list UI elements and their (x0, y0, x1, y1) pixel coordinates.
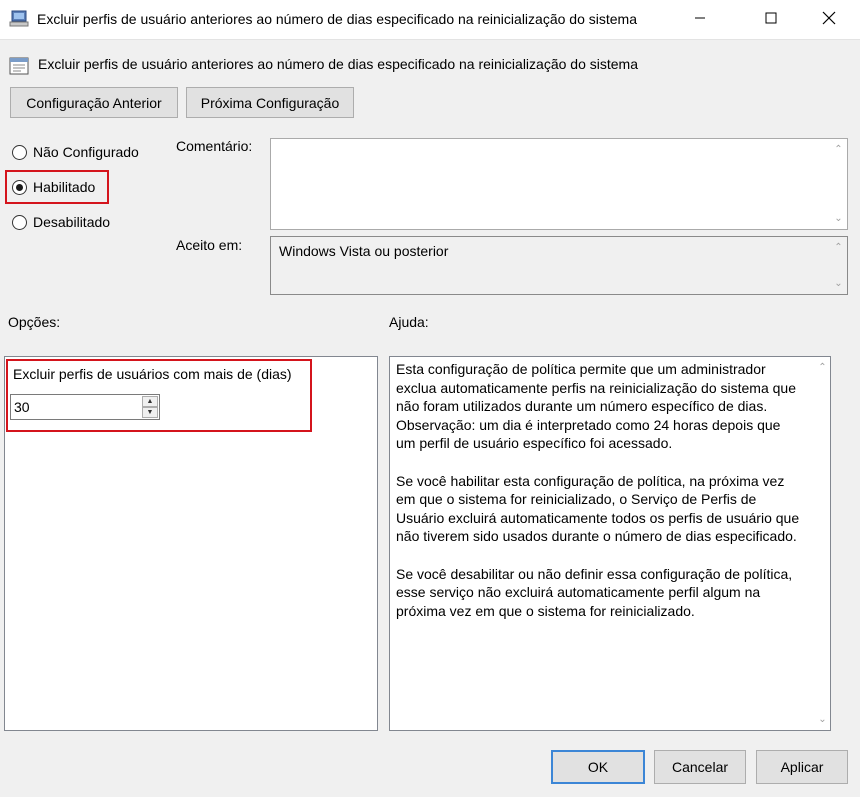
maximize-button[interactable] (748, 0, 794, 38)
next-setting-button[interactable]: Próxima Configuração (186, 87, 354, 118)
close-icon (822, 11, 836, 28)
group-policy-icon (9, 10, 29, 28)
comment-label: Comentário: (176, 138, 253, 154)
comment-scrollbar[interactable]: ⌃ ⌄ (830, 139, 847, 229)
radio-label: Desabilitado (33, 214, 111, 230)
spin-down-icon[interactable]: ▼ (142, 407, 158, 418)
supported-on-value: Windows Vista ou posterior (279, 243, 449, 259)
spin-buttons[interactable]: ▲ ▼ (142, 396, 158, 418)
minimize-button[interactable] (677, 0, 723, 38)
close-button[interactable] (806, 0, 852, 38)
title-bar: Excluir perfis de usuário anteriores ao … (0, 0, 860, 40)
help-panel: Esta configuração de política permite qu… (389, 356, 831, 731)
comment-textarea[interactable]: ⌃ ⌄ (270, 138, 848, 230)
help-label: Ajuda: (389, 314, 429, 330)
help-text: Esta configuração de política permite qu… (396, 361, 800, 619)
radio-button-selected[interactable] (12, 179, 27, 195)
radio-button[interactable] (12, 214, 27, 230)
window-title: Excluir perfis de usuário anteriores ao … (37, 11, 637, 27)
maximize-icon (765, 11, 777, 27)
days-spinbox[interactable]: 30 ▲ ▼ (10, 394, 160, 420)
supported-on-box: Windows Vista ou posterior ⌃ ⌄ (270, 236, 848, 295)
ok-button[interactable]: OK (551, 750, 645, 784)
scroll-up-icon[interactable]: ⌃ (830, 141, 847, 158)
radio-button[interactable] (12, 144, 27, 160)
radio-label: Não Configurado (33, 144, 139, 160)
radio-disabled[interactable]: Desabilitado (12, 214, 110, 230)
minimize-icon (694, 11, 706, 27)
policy-setting-icon (9, 56, 29, 76)
scroll-down-icon[interactable]: ⌄ (830, 275, 847, 292)
radio-label: Habilitado (33, 179, 96, 195)
scroll-down-icon[interactable]: ⌄ (814, 711, 831, 728)
days-field-label: Excluir perfis de usuários com mais de (… (13, 366, 292, 382)
days-value[interactable]: 30 (14, 399, 30, 415)
supported-on-label: Aceito em: (176, 237, 243, 253)
radio-enabled[interactable]: Habilitado (12, 179, 95, 195)
supported-scrollbar[interactable]: ⌃ ⌄ (830, 237, 847, 294)
cancel-button[interactable]: Cancelar (654, 750, 746, 784)
scroll-up-icon[interactable]: ⌃ (814, 359, 831, 376)
scroll-up-icon[interactable]: ⌃ (830, 239, 847, 256)
setting-title: Excluir perfis de usuário anteriores ao … (38, 56, 638, 72)
scroll-down-icon[interactable]: ⌄ (830, 210, 847, 227)
apply-button[interactable]: Aplicar (756, 750, 848, 784)
spin-up-icon[interactable]: ▲ (142, 396, 158, 407)
previous-setting-button[interactable]: Configuração Anterior (10, 87, 178, 118)
radio-not-configured[interactable]: Não Configurado (12, 144, 139, 160)
options-label: Opções: (8, 314, 61, 330)
